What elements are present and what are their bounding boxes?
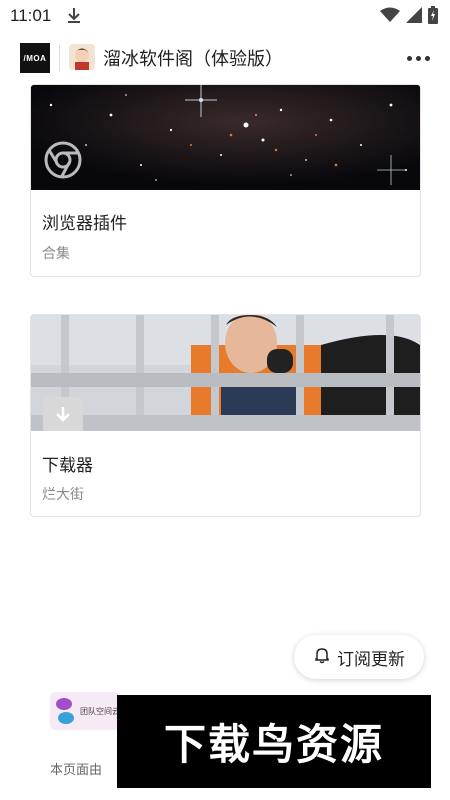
bell-icon (313, 646, 331, 669)
wifi-icon (380, 7, 400, 27)
app-logo[interactable]: /MOA (20, 43, 50, 73)
card-image-galaxy (31, 85, 420, 190)
avatar[interactable] (69, 44, 95, 70)
watermark-text: 下载鸟资源 (163, 720, 384, 769)
app-bar: /MOA 溜冰软件阁（体验版） (0, 36, 450, 80)
card-subtitle: 合集 (42, 246, 70, 262)
status-time: 11:01 (10, 6, 52, 25)
more-options-icon[interactable] (407, 56, 430, 61)
status-bar: 11:01 (0, 0, 450, 32)
card-title: 浏览器插件 (42, 214, 127, 234)
download-icon (43, 397, 83, 431)
chrome-icon (41, 140, 85, 180)
download-status-icon (66, 6, 82, 28)
card-image-photo (31, 315, 420, 431)
cell-signal-icon (406, 7, 422, 27)
watermark-banner: 下载鸟资源 (117, 695, 431, 788)
footer-logo-text: 团队空间云 (80, 707, 120, 716)
card-browser-plugins[interactable]: 浏览器插件 合集 (30, 84, 421, 277)
card-subtitle: 烂大街 (42, 487, 84, 503)
card-title: 下载器 (42, 456, 93, 476)
app-logo-text: /MOA (23, 53, 47, 63)
subscribe-label: 订阅更新 (337, 649, 405, 670)
battery-icon (428, 6, 438, 28)
page-title: 溜冰软件阁（体验版） (103, 49, 283, 70)
chat-bubble-icon (54, 696, 76, 730)
subscribe-button[interactable]: 订阅更新 (294, 635, 424, 679)
appbar-divider (59, 45, 60, 71)
footer-logo[interactable]: 团队空间云 (50, 692, 120, 730)
card-downloader[interactable]: 下载器 烂大街 (30, 314, 421, 517)
footer-text: 本页面由 (50, 763, 103, 778)
